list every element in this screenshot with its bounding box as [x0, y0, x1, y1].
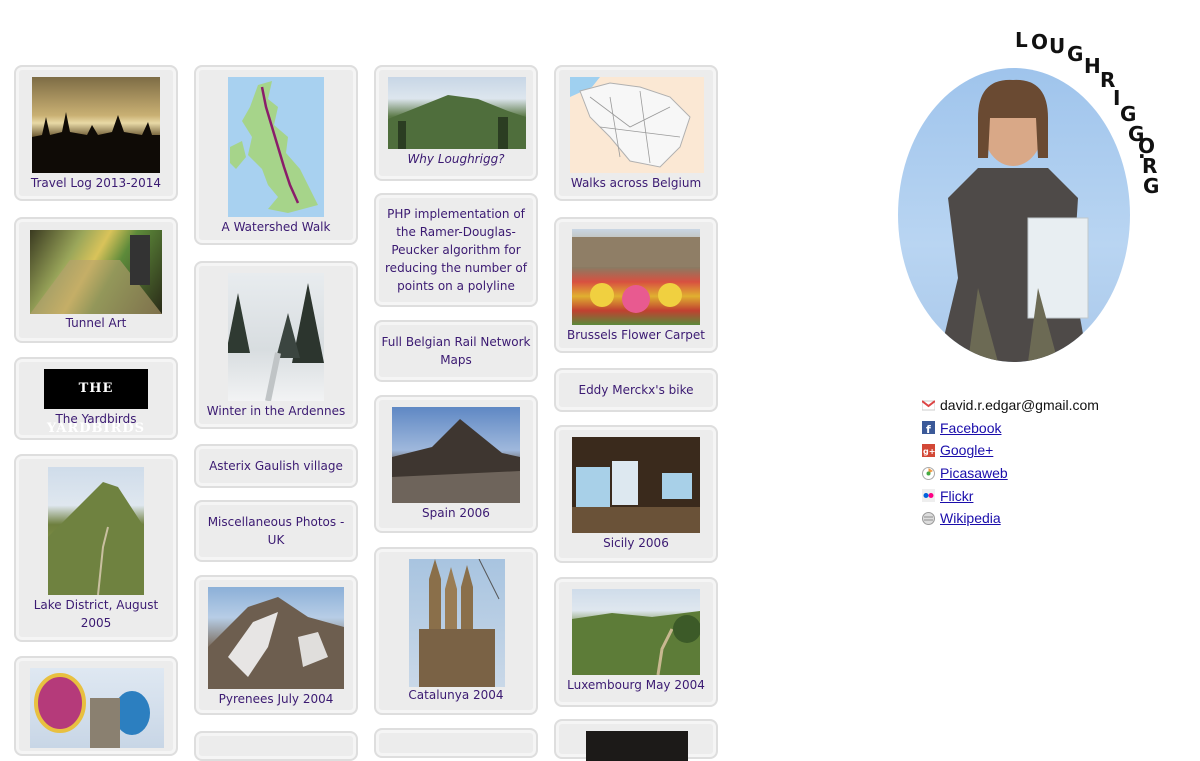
logo-letter: G [1143, 174, 1160, 198]
gmail-icon [921, 399, 936, 412]
luxembourg-thumbnail[interactable] [572, 589, 700, 675]
google-plus-link[interactable]: Google+ [940, 442, 993, 458]
google-plus-icon: g+ [922, 443, 935, 457]
tile-caption[interactable]: Catalunya 2004 [380, 686, 532, 704]
tile-caption[interactable]: Why Loughrigg? [380, 150, 532, 168]
walks-belgium-map[interactable] [570, 77, 704, 173]
tile-caption[interactable]: Sicily 2006 [560, 534, 712, 552]
tile-caption[interactable]: The Yardbirds [20, 410, 172, 428]
facebook-link[interactable]: Facebook [940, 420, 1001, 436]
tile-caption[interactable]: Lake District, August 2005 [20, 596, 172, 632]
picasa-row[interactable]: Picasaweb [922, 462, 1099, 485]
wikipedia-link[interactable]: Wikipedia [940, 510, 1001, 526]
tile-caption[interactable]: PHP implementation of the Ramer-Douglas-… [380, 205, 532, 295]
logo-letter: O [1031, 30, 1049, 54]
gallery-tile-yardbirds[interactable]: THE YARDBIRDS The Yardbirds [14, 357, 178, 440]
flickr-link[interactable]: Flickr [940, 488, 973, 504]
flickr-icon [922, 489, 935, 503]
travel-log-thumbnail[interactable] [32, 77, 160, 173]
gallery-tile-col3-partial[interactable] [374, 728, 538, 758]
flower-carpet-thumbnail[interactable] [572, 229, 700, 325]
wikipedia-icon [922, 511, 935, 525]
tile-caption[interactable]: Walks across Belgium [560, 174, 712, 192]
yardbirds-logo[interactable]: THE YARDBIRDS [44, 369, 148, 436]
tile-caption[interactable]: Pyrenees July 2004 [200, 690, 352, 708]
tile-caption[interactable]: Spain 2006 [380, 504, 532, 522]
google-plus-row[interactable]: g+ Google+ [922, 439, 1099, 462]
watershed-walk-map[interactable] [228, 77, 324, 217]
gallery-tile-catalunya[interactable]: Catalunya 2004 [374, 547, 538, 715]
col4-partial-thumbnail[interactable] [586, 731, 688, 761]
why-loughrigg-thumbnail[interactable] [388, 77, 526, 149]
tile-caption[interactable]: Miscellaneous Photos - UK [200, 513, 352, 549]
gallery-tile-balloons[interactable] [14, 656, 178, 756]
logo-letter: L [1015, 28, 1028, 52]
tile-caption[interactable]: Asterix Gaulish village [200, 457, 352, 475]
wikipedia-row[interactable]: Wikipedia [922, 507, 1099, 530]
gallery-tile-eddy-merckx[interactable]: Eddy Merckx's bike [554, 368, 718, 412]
tile-caption[interactable]: Winter in the Ardennes [200, 402, 352, 420]
facebook-row[interactable]: f Facebook [922, 417, 1099, 440]
balloons-thumbnail[interactable] [30, 668, 164, 748]
gallery-tile-col4-partial[interactable] [554, 719, 718, 761]
spain-2006-thumbnail[interactable] [392, 407, 520, 503]
catalunya-thumbnail[interactable] [409, 559, 505, 687]
gallery-tile-pyrenees[interactable]: Pyrenees July 2004 [194, 575, 358, 715]
lake-district-thumbnail[interactable] [48, 467, 144, 595]
gallery-tile-walks-belgium[interactable]: Walks across Belgium [554, 65, 718, 201]
email-address: david.r.edgar@gmail.com [940, 397, 1099, 414]
facebook-icon: f [922, 421, 935, 436]
gallery-tile-watershed-walk[interactable]: A Watershed Walk [194, 65, 358, 245]
tile-caption[interactable]: Full Belgian Rail Network Maps [380, 333, 532, 369]
gallery-tile-asterix[interactable]: Asterix Gaulish village [194, 444, 358, 488]
tile-caption[interactable]: Luxembourg May 2004 [560, 676, 712, 694]
svg-text:g+: g+ [923, 447, 935, 456]
tile-caption[interactable]: Travel Log 2013-2014 [20, 174, 172, 192]
tile-caption[interactable]: Brussels Flower Carpet [560, 326, 712, 344]
email-row: david.r.edgar@gmail.com [921, 394, 1099, 417]
author-portrait [898, 68, 1130, 362]
tile-caption[interactable]: Eddy Merckx's bike [560, 381, 712, 399]
gallery-tile-why-loughrigg[interactable]: Why Loughrigg? [374, 65, 538, 181]
picasa-link[interactable]: Picasaweb [940, 465, 1008, 481]
sicily-2006-thumbnail[interactable] [572, 437, 700, 533]
svg-text:f: f [926, 423, 931, 434]
tile-caption[interactable]: Tunnel Art [20, 314, 172, 332]
flickr-row[interactable]: Flickr [922, 484, 1099, 507]
gallery-tile-php-rdp[interactable]: PHP implementation of the Ramer-Douglas-… [374, 193, 538, 307]
tile-caption[interactable]: A Watershed Walk [200, 218, 352, 236]
gallery-tile-tunnel-art[interactable]: Tunnel Art [14, 217, 178, 343]
gallery-tile-col2-partial[interactable] [194, 731, 358, 761]
gallery-tile-belgian-rail[interactable]: Full Belgian Rail Network Maps [374, 320, 538, 382]
logo-letter: G [1067, 42, 1084, 66]
gallery-tile-flower-carpet[interactable]: Brussels Flower Carpet [554, 217, 718, 353]
gallery-tile-ardennes[interactable]: Winter in the Ardennes [194, 261, 358, 429]
gallery-tile-sicily-2006[interactable]: Sicily 2006 [554, 425, 718, 563]
picasa-icon [922, 466, 935, 480]
gallery-tile-spain-2006[interactable]: Spain 2006 [374, 395, 538, 533]
contact-links: david.r.edgar@gmail.com f Facebook g+ Go… [921, 394, 1099, 530]
pyrenees-thumbnail[interactable] [208, 587, 344, 689]
gallery-tile-travel-log[interactable]: Travel Log 2013-2014 [14, 65, 178, 201]
ardennes-thumbnail[interactable] [228, 273, 324, 401]
gallery-tile-luxembourg[interactable]: Luxembourg May 2004 [554, 577, 718, 707]
logo-letter: U [1049, 34, 1066, 58]
gallery-tile-lake-district[interactable]: Lake District, August 2005 [14, 454, 178, 642]
gallery-tile-misc-uk[interactable]: Miscellaneous Photos - UK [194, 500, 358, 562]
tunnel-art-thumbnail[interactable] [30, 230, 162, 314]
